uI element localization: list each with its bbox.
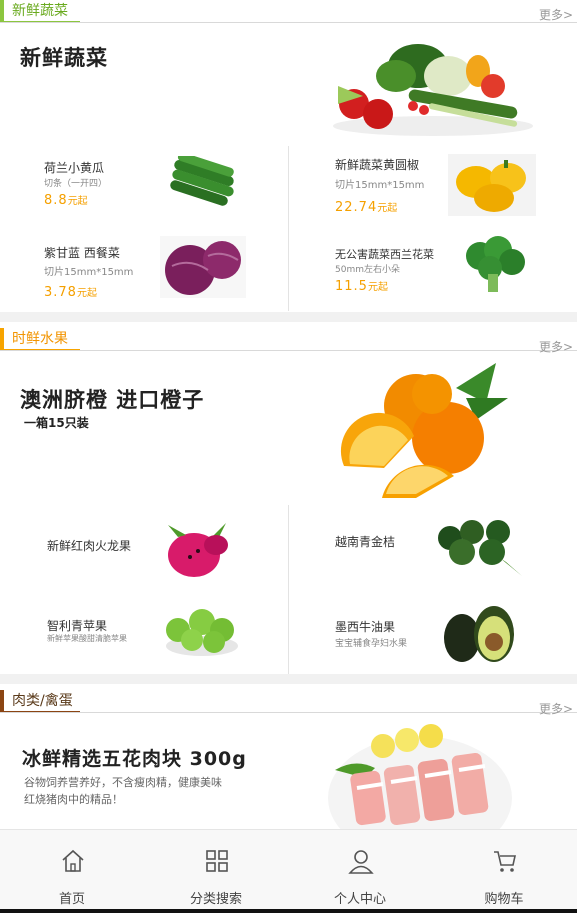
- screen-bottom-edge: [0, 909, 577, 913]
- product-spec: 宝宝辅食孕妇水果: [335, 639, 408, 649]
- section-header-vegetables: 新鲜蔬菜 更多>: [0, 0, 577, 23]
- section-accent-bar: [0, 328, 4, 350]
- avocado-image: [444, 606, 514, 662]
- hero-subtitle: 一箱15只装: [24, 416, 89, 430]
- tab-cart[interactable]: 购物车: [432, 830, 576, 913]
- price-unit: 元起: [76, 288, 97, 299]
- product-price: 22.74元起: [335, 199, 397, 215]
- product-name: 新鲜蔬菜黄圆椒: [335, 158, 420, 172]
- green-apple-image: [166, 609, 238, 656]
- more-link[interactable]: 更多>: [539, 700, 573, 717]
- price-unit: 元起: [377, 203, 398, 214]
- product-price: 3.78元起: [44, 284, 97, 300]
- vegetables-image[interactable]: [318, 26, 538, 144]
- divider: [0, 350, 577, 351]
- red-cabbage-image: [160, 236, 246, 298]
- cucumber-image: [170, 156, 234, 206]
- product-name: 越南青金桔: [335, 535, 396, 549]
- divider: [0, 22, 577, 23]
- price-value: 11.5: [335, 279, 368, 294]
- price-unit: 元起: [367, 282, 388, 293]
- product-price: 11.5元起: [335, 278, 388, 294]
- cart-icon: [494, 851, 516, 872]
- hero-title[interactable]: 冰鲜精选五花肉块 300g: [22, 744, 247, 771]
- column-divider: [288, 146, 289, 311]
- oranges-image[interactable]: [336, 358, 511, 508]
- section-title: 肉类/禽蛋: [12, 693, 73, 709]
- more-link[interactable]: 更多>: [539, 338, 573, 355]
- broccoli-image: [466, 236, 525, 292]
- column-divider: [288, 505, 289, 675]
- hero-title[interactable]: 新鲜蔬菜: [20, 42, 108, 72]
- more-link[interactable]: 更多>: [539, 6, 573, 23]
- pork-belly-image[interactable]: [325, 718, 515, 830]
- yellow-pepper-image: [448, 154, 536, 216]
- hero-description: 谷物饲养营养好，不含瘦肉精，健康美味: [24, 776, 222, 789]
- product-price: 8.8元起: [44, 192, 88, 208]
- product-spec: 50mm左右小朵: [335, 265, 400, 275]
- section-title: 新鲜蔬菜: [12, 3, 68, 19]
- product-name: 新鲜红肉火龙果: [47, 539, 132, 553]
- product-spec: 切条（一开四）: [44, 179, 108, 189]
- tab-label: 首页: [58, 892, 85, 907]
- product-name: 紫甘蓝 西餐菜: [44, 246, 120, 260]
- product-name: 无公害蔬菜西兰花菜: [335, 248, 434, 261]
- price-unit: 元起: [67, 196, 88, 207]
- product-spec: 切片15mm*15mm: [44, 267, 134, 278]
- product-name: 智利青苹果: [47, 619, 108, 633]
- tab-label: 分类搜索: [189, 892, 242, 907]
- bottom-tab-bar: 首页 分类搜索 个人中心 购物车: [0, 829, 577, 913]
- product-spec: 切片15mm*15mm: [335, 180, 425, 191]
- hero-title[interactable]: 澳洲脐橙 进口橙子: [20, 384, 204, 414]
- section-gap: [0, 674, 577, 684]
- product-name: 荷兰小黄瓜: [44, 161, 105, 175]
- grid-icon: [206, 850, 228, 872]
- tab-label: 个人中心: [333, 892, 386, 907]
- tab-label: 购物车: [484, 892, 524, 907]
- dragon-fruit-image: [168, 523, 228, 577]
- tab-category-search[interactable]: 分类搜索: [144, 830, 288, 913]
- product-name: 墨西牛油果: [335, 620, 396, 634]
- green-kumquat-image: [438, 520, 522, 576]
- section-header-meat: 肉类/禽蛋 更多>: [0, 690, 577, 716]
- price-value: 3.78: [44, 285, 77, 300]
- home-icon: [62, 849, 84, 872]
- price-value: 8.8: [44, 193, 68, 208]
- tab-home[interactable]: 首页: [0, 830, 144, 913]
- section-header-fruit: 时鲜水果 更多>: [0, 328, 577, 354]
- hero-description: 红烧猪肉中的精品！: [24, 793, 123, 806]
- tab-profile[interactable]: 个人中心: [288, 830, 432, 913]
- divider: [0, 712, 577, 713]
- section-accent-bar: [0, 0, 4, 22]
- user-icon: [348, 850, 374, 874]
- section-accent-bar: [0, 690, 4, 712]
- price-value: 22.74: [335, 200, 378, 215]
- section-gap: [0, 312, 577, 322]
- product-spec: 新鲜苹果酸甜清脆苹果: [47, 634, 127, 643]
- section-title: 时鲜水果: [12, 331, 68, 347]
